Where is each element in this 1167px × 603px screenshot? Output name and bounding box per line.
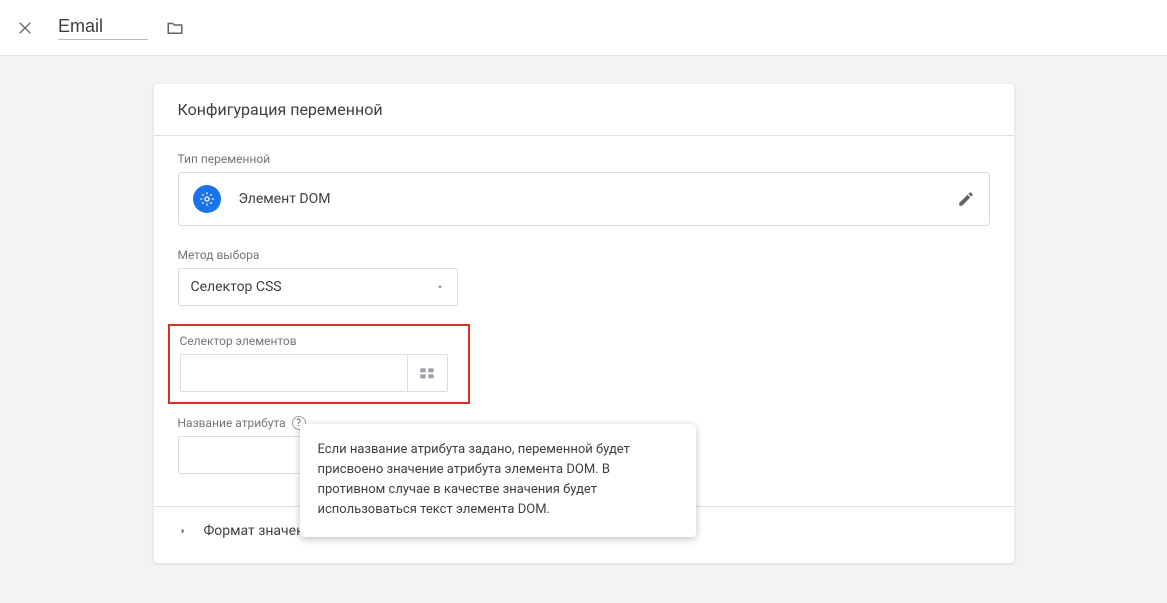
config-card: Конфигурация переменной Тип переменной Э… [154, 84, 1014, 563]
method-select[interactable]: Селектор CSS [178, 268, 458, 306]
help-tooltip: Если название атрибута задано, переменно… [300, 424, 696, 537]
card-body: Тип переменной Элемент DOM Метод выбора … [154, 136, 1014, 563]
title-input-wrap [58, 16, 148, 40]
variable-picker-icon[interactable] [407, 355, 447, 391]
chevron-right-icon [178, 526, 188, 536]
chevron-down-icon [435, 282, 445, 292]
edit-icon[interactable] [957, 190, 975, 208]
workspace: Конфигурация переменной Тип переменной Э… [0, 56, 1167, 603]
method-label: Метод выбора [178, 248, 990, 262]
variable-type-name: Элемент DOM [239, 191, 957, 207]
type-label: Тип переменной [178, 152, 990, 166]
folder-icon[interactable] [166, 19, 184, 37]
method-select-value: Селектор CSS [191, 279, 282, 295]
selector-highlight: Селектор элементов [168, 324, 470, 404]
card-header: Конфигурация переменной [154, 84, 1014, 136]
selector-label: Селектор элементов [180, 334, 458, 348]
close-icon[interactable] [16, 19, 34, 37]
selector-input[interactable] [181, 355, 407, 391]
selector-input-row [180, 354, 448, 392]
topbar [0, 0, 1167, 56]
title-input[interactable] [58, 16, 148, 37]
attribute-input[interactable] [178, 436, 318, 474]
variable-type-row[interactable]: Элемент DOM [178, 172, 990, 226]
gear-icon [193, 185, 221, 213]
attribute-label: Название атрибута [178, 416, 286, 430]
